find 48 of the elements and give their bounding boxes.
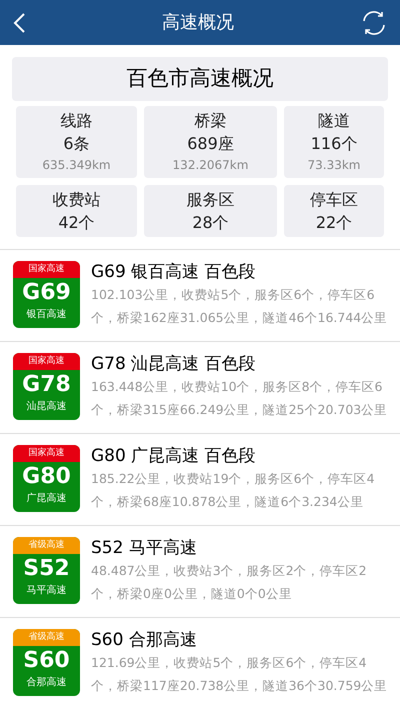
stat-detail: 132.2067km <box>172 157 248 174</box>
badge-type: 国家高速 <box>13 445 80 462</box>
stat-value: 22个 <box>316 212 352 234</box>
stat-detail: 635.349km <box>42 157 111 174</box>
badge-code: G80 <box>22 463 71 491</box>
highway-description: 185.22公里，收费站19个，服务区6个，停车区4个，桥梁68座10.878公里，隧道6个3.234公里 <box>91 470 376 511</box>
highway-row[interactable]: 国家高速 G80 广昆高速 G80 广昆高速 百色段 185.22公里，收费站19个，服务区6个，停车区4个，桥梁68座10.878公里，隧道6个3.234公里 <box>0 433 400 525</box>
badge-type: 省级高速 <box>13 629 80 646</box>
stat-label: 停车区 <box>310 189 358 211</box>
highway-title: G80 广昆高速 百色段 <box>91 445 257 467</box>
stat-value: 42个 <box>58 212 95 234</box>
badge-name: 广昆高速 <box>26 492 66 506</box>
highway-title: G69 银百高速 百色段 <box>91 261 257 283</box>
badge-code: S60 <box>23 647 70 675</box>
highway-title: S60 合那高速 <box>91 629 198 651</box>
highway-title: S52 马平高速 <box>91 537 198 559</box>
stat-value: 28个 <box>192 212 229 234</box>
badge-type: 国家高速 <box>13 261 80 278</box>
stat-label: 服务区 <box>186 189 234 211</box>
stat-label: 隧道 <box>318 110 350 132</box>
stat-label: 线路 <box>60 110 92 132</box>
highway-row[interactable]: 国家高速 G69 银百高速 G69 银百高速 百色段 102.103公里，收费站5个，服务区6个，停车区6个，桥梁162座31.065公里，隧道46个16.744公里 <box>0 249 400 341</box>
badge-type: 国家高速 <box>13 353 80 370</box>
stat-value: 689座 <box>187 133 234 155</box>
stat-label: 桥梁 <box>194 110 226 132</box>
badge-name: 马平高速 <box>26 584 66 598</box>
highway-description: 48.487公里，收费站3个，服务区2个，停车区2个，桥梁0座0公里，隧道0个0公里 <box>91 562 368 603</box>
highway-description: 102.103公里，收费站5个，服务区6个，停车区6个，桥梁162座31.065公里，隧道46个16.744公里 <box>91 286 388 327</box>
highway-title: G78 汕昆高速 百色段 <box>91 353 257 375</box>
stat-label: 收费站 <box>52 189 100 211</box>
stat-value: 116个 <box>310 133 358 155</box>
highway-row[interactable]: 省级高速 S52 马平高速 S52 马平高速 48.487公里，收费站3个，服务区2个，停车区2个，桥梁0座0公里，隧道0个0公里 <box>0 525 400 617</box>
highway-row[interactable]: 国家高速 G78 汕昆高速 G78 汕昆高速 百色段 163.448公里，收费站10个，服务区8个，停车区6个，桥梁315座66.249公里，隧道25个20.703公里 <box>0 341 400 433</box>
badge-name: 合那高速 <box>26 676 66 690</box>
highway-description: 163.448公里，收费站10个，服务区8个，停车区6个，桥梁315座66.249公里，隧道25个20.703公里 <box>91 378 388 419</box>
stat-value: 6条 <box>63 133 90 155</box>
stat-detail: 73.33km <box>308 157 360 174</box>
badge-code: G78 <box>22 371 71 399</box>
badge-name: 汕昆高速 <box>26 400 66 414</box>
highway-description: 121.69公里，收费站5个，服务区6个，停车区4个，桥梁117座20.738公里，隧道36个30.759公里 <box>91 654 388 695</box>
header-title: 高速概况 <box>162 11 234 35</box>
summary-title: 百色市高速概况 <box>12 57 388 101</box>
badge-name: 银百高速 <box>26 308 66 322</box>
badge-code: S52 <box>23 555 70 583</box>
badge-code: G69 <box>22 279 71 307</box>
badge-type: 省级高速 <box>13 537 80 554</box>
refresh-icon[interactable] <box>360 8 388 36</box>
highway-row[interactable]: 省级高速 S60 合那高速 S60 合那高速 121.69公里，收费站5个，服务区6个，停车区4个，桥梁117座20.738公里，隧道36个30.759公里 <box>0 617 400 709</box>
